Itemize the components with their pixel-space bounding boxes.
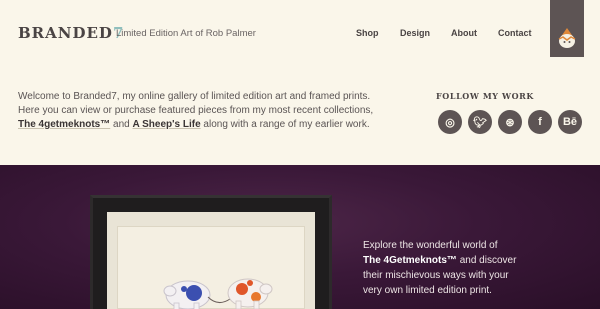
- twitter-icon[interactable]: 🐦︎: [468, 110, 492, 134]
- print-artwork: [117, 226, 305, 309]
- instagram-icon[interactable]: ◎: [438, 110, 462, 134]
- elephant-characters-illustration: [163, 278, 273, 309]
- feature-line-4: very own limited edition print.: [363, 285, 492, 296]
- intro-and: and: [110, 119, 133, 130]
- link-4getmeknots[interactable]: The 4getmeknots™: [18, 119, 110, 130]
- logo-text: BRANDED: [18, 24, 113, 42]
- dribbble-icon[interactable]: ⊛: [498, 110, 522, 134]
- facebook-icon[interactable]: f: [528, 110, 552, 134]
- intro-text: Welcome to Branded7, my online gallery o…: [18, 90, 398, 132]
- framed-print[interactable]: [90, 195, 332, 309]
- print-mat: [107, 212, 315, 309]
- intro-tail: along with a range of my earlier work.: [200, 119, 370, 130]
- feature-text: Explore the wonderful world of The 4Getm…: [363, 238, 543, 298]
- intro-line-1: Welcome to Branded7, my online gallery o…: [18, 91, 371, 102]
- follow-title: FOLLOW MY WORK: [436, 91, 534, 101]
- link-a-sheeps-life[interactable]: A Sheep's Life: [133, 119, 201, 130]
- feature-line-1: Explore the wonderful world of: [363, 240, 498, 251]
- tagline: Limited Edition Art of Rob Palmer: [116, 28, 256, 39]
- brand-ribbon[interactable]: [550, 0, 584, 57]
- intro-line-2: Here you can view or purchase featured p…: [18, 105, 374, 116]
- logo[interactable]: BRANDED7: [18, 24, 124, 42]
- nav-contact[interactable]: Contact: [498, 28, 532, 38]
- feature-highlight: The 4Getmeknots™: [363, 255, 457, 266]
- social-links: ◎ 🐦︎ ⊛ f Bē: [438, 110, 582, 134]
- nav-about[interactable]: About: [451, 28, 477, 38]
- feature-line-2: and discover: [456, 255, 517, 266]
- nav-shop[interactable]: Shop: [356, 28, 379, 38]
- nav-design[interactable]: Design: [400, 28, 430, 38]
- feature-line-3: their mischievous ways with your: [363, 270, 509, 281]
- behance-icon[interactable]: Bē: [558, 110, 582, 134]
- egg-character-icon: [558, 28, 576, 48]
